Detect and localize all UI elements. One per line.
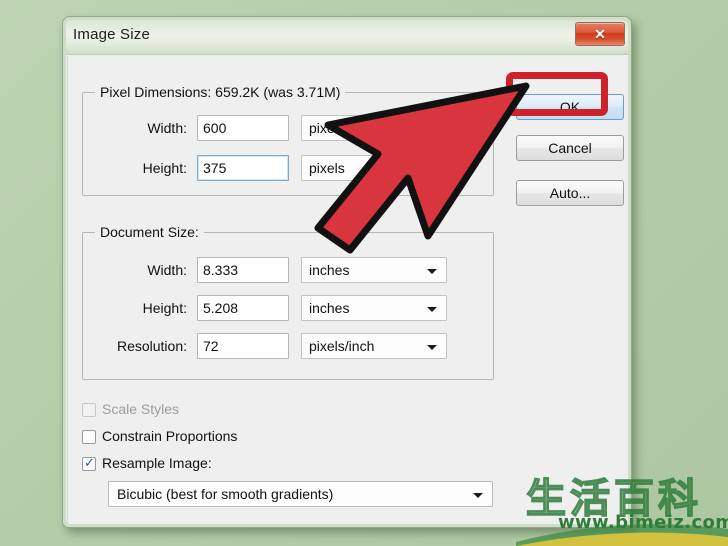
resolution-input[interactable]: 72 [197,333,289,359]
resample-method-label: Bicubic (best for smooth gradients) [117,486,334,502]
constrain-proportions-label: Constrain Proportions [102,428,238,444]
doc-height-row: Height: 5.208 inches [83,295,493,323]
doc-width-unit-select[interactable]: inches [301,257,447,283]
pixel-width-label: Width: [147,120,187,136]
chevron-down-icon [427,269,437,274]
resolution-unit-select[interactable]: pixels/inch [301,333,447,359]
pixel-height-input[interactable]: 375 [197,155,289,181]
dialog-title: Image Size [73,26,151,43]
dialog-titlebar[interactable]: Image Size ✕ [63,17,631,55]
scale-styles-label: Scale Styles [102,401,180,417]
chevron-down-icon [427,307,437,312]
auto-button[interactable]: Auto... [516,180,624,206]
document-size-title: Document Size: [95,224,204,240]
chevron-down-icon [473,493,483,498]
doc-width-input[interactable]: 8.333 [197,257,289,283]
image-size-dialog: Image Size ✕ Pixel Dimensions: 659.2K (w… [62,16,632,528]
resolution-label: Resolution: [116,338,187,354]
document-size-group: Document Size: Width: 8.333 inches Heigh… [82,224,494,380]
pixel-width-input[interactable]: 600 [197,115,289,141]
cancel-button[interactable]: Cancel [516,135,624,161]
resolution-row: Resolution: 72 pixels/inch [83,333,493,361]
close-icon[interactable]: ✕ [575,22,625,46]
chevron-down-icon [427,345,437,350]
doc-height-label: Height: [142,300,187,316]
constrain-proportions-checkbox[interactable] [82,430,96,444]
resample-image-label: Resample Image: [102,455,212,471]
pixel-dimensions-group: Pixel Dimensions: 659.2K (was 3.71M) Wid… [82,84,494,196]
ok-button[interactable]: OK [516,94,624,120]
resample-method-select[interactable]: Bicubic (best for smooth gradients) [108,481,493,507]
dialog-body: Pixel Dimensions: 659.2K (was 3.71M) Wid… [67,56,629,525]
doc-height-unit-label: inches [309,300,350,316]
pixel-height-unit-select[interactable]: pixels [301,155,429,181]
doc-width-unit-label: inches [309,262,350,278]
close-x-glyph: ✕ [594,26,606,42]
pixel-width-row: Width: 600 pixels [83,115,493,143]
doc-width-row: Width: 8.333 inches [83,257,493,285]
scale-styles-checkbox[interactable] [82,403,96,417]
pixel-dimensions-title: Pixel Dimensions: 659.2K (was 3.71M) [95,84,346,100]
pixel-height-label: Height: [142,160,187,176]
doc-height-input[interactable]: 5.208 [197,295,289,321]
checkmark-icon: ✓ [84,455,95,470]
resolution-unit-label: pixels/inch [309,338,375,354]
resample-image-checkbox[interactable]: ✓ [82,455,96,471]
doc-height-unit-select[interactable]: inches [301,295,447,321]
pixel-width-unit-select[interactable]: pixels [301,115,429,141]
pixel-height-row: Height: 375 pixels [83,155,493,183]
doc-width-label: Width: [147,262,187,278]
